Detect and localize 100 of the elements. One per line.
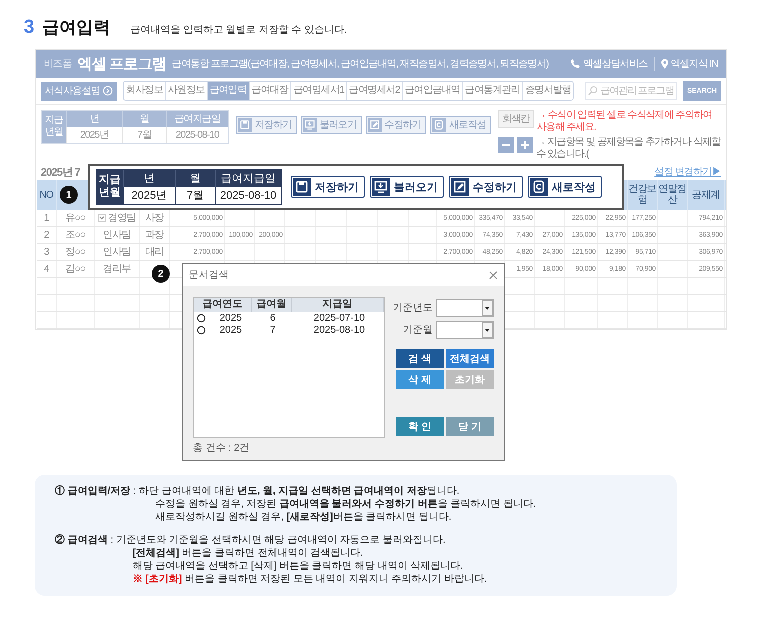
- dialog-button[interactable]: 초기화: [446, 370, 494, 389]
- header-link[interactable]: 엑셀상담서비스: [570, 57, 648, 71]
- column-header: 급여연도: [194, 298, 252, 312]
- period-value: 7월: [175, 187, 215, 204]
- tab[interactable]: 급여대장: [250, 82, 292, 100]
- period-value: 2025년: [66, 127, 122, 143]
- list-cell-text: 2025-08-10: [312, 324, 366, 336]
- period-label: 지급년월: [97, 170, 123, 204]
- column-header: 월: [175, 170, 215, 187]
- monitor-icon: [302, 118, 317, 132]
- table-cell: 4: [44, 264, 49, 274]
- dialog-button[interactable]: 검 색: [396, 349, 444, 368]
- floppy-icon: [293, 178, 311, 196]
- period-value: 2025-08-10: [166, 127, 228, 143]
- tab[interactable]: 회사정보: [124, 82, 166, 100]
- period-value: 7월: [122, 127, 166, 143]
- settings-link[interactable]: 설정 변경하기▶: [654, 165, 721, 179]
- legend-text: → 지급항목 및 공제항목을 추가하거나 삭제할 수 있습니다.(: [536, 137, 721, 161]
- search-icon: [588, 86, 598, 96]
- dialog-button[interactable]: 확 인: [396, 417, 444, 436]
- note-text: : 하단 급여내역에 대한 년도, 월, 지급일 선택하면 급여내역이 저장됩니다.: [134, 485, 461, 498]
- table-cell: 1: [44, 212, 49, 224]
- table-cell-text: 인사팀: [103, 246, 131, 259]
- dialog-button[interactable]: 닫 기: [446, 417, 494, 436]
- app-subtitle: 급여통합 프로그램(급여대장, 급여명세서, 급여입금내역, 재직증명서, 경력증명서, 퇴직증명서): [172, 58, 550, 70]
- action-button[interactable]: 불러오기: [300, 116, 362, 134]
- table-cell-text: 경영팀: [108, 212, 136, 225]
- legend-swatch: 회색칸: [498, 110, 534, 128]
- action-button[interactable]: 불러오기: [370, 176, 444, 198]
- search-field[interactable]: 급여관리 프로그램: [585, 82, 678, 100]
- action-button[interactable]: 새로작성: [528, 176, 602, 198]
- note-text: 수정을 원하실 경우, 저장된 급여내역을 불러와서 수정하기 버튼을 클릭하시면 됩니다.: [154, 498, 536, 511]
- section-description: 급여내역을 입력하고 월별로 저장할 수 있습니다.: [130, 24, 348, 37]
- period-value: 2025-08-10: [215, 187, 281, 204]
- table-cell-text: 정○○: [66, 246, 86, 259]
- table-cell: 2: [44, 230, 49, 240]
- caret-icon: [482, 322, 493, 338]
- section-title: 급여입력: [42, 17, 111, 39]
- list-cell-text: 2025-07-10: [312, 312, 366, 324]
- table-cell: 3: [44, 246, 49, 258]
- caret-icon: [482, 300, 493, 316]
- column-header: 공제계: [688, 180, 725, 210]
- table-cell-text: 인사팀: [103, 229, 131, 242]
- list-cell-text: 7: [269, 324, 277, 336]
- guide-button[interactable]: 서식사용설명: [41, 82, 118, 100]
- note-text: 새로작성하시길 원하실 경우, [새로작성]버튼을 클릭하시면 됩니다.: [154, 511, 453, 524]
- pencil-icon: [368, 118, 382, 132]
- tab[interactable]: 증명서발행: [523, 82, 574, 100]
- tab[interactable]: 급여명세서1: [291, 82, 348, 100]
- column-header: 년: [123, 170, 175, 187]
- note-label: ② 급여검색: [55, 534, 108, 548]
- tab[interactable]: 급여입금내역: [402, 82, 464, 100]
- table-cell-text: 유○○: [66, 212, 86, 225]
- note-label: ① 급여입력/저장: [55, 485, 131, 499]
- select-field[interactable]: [436, 321, 494, 339]
- tab[interactable]: 급여입력: [208, 82, 250, 100]
- dialog-button[interactable]: 전체검색: [446, 349, 494, 368]
- floppy-icon: [238, 118, 252, 132]
- minus-button[interactable]: [498, 137, 514, 153]
- notepad-icon: [432, 118, 446, 132]
- select-field[interactable]: [436, 299, 494, 317]
- header-link[interactable]: 엑셀지식 IN: [660, 57, 718, 71]
- period-label: 지급년월: [42, 111, 66, 143]
- action-button[interactable]: 수정하기: [366, 116, 426, 134]
- action-button[interactable]: 저장하기: [236, 116, 297, 134]
- column-header: 연말정산: [658, 180, 688, 210]
- plus-button[interactable]: [517, 137, 534, 153]
- tab[interactable]: 급여명세서2: [347, 82, 403, 100]
- action-button[interactable]: 수정하기: [449, 176, 523, 198]
- column-header: 년: [66, 111, 122, 127]
- pencil-icon: [451, 178, 469, 196]
- column-header: 급여지급일: [215, 170, 281, 187]
- note-text: 해당 급여내역을 선택하고 [삭제] 버튼을 클릭하면 해당 내역이 삭제됩니다.: [132, 560, 464, 573]
- action-button[interactable]: 저장하기: [291, 176, 365, 198]
- legend-text: → 수식이 입력된 셀로 수식삭제에 주의하여 사용해 주세요.: [536, 110, 714, 134]
- table-cell-text: 김○○: [66, 263, 86, 276]
- dialog-title: 문서검색: [189, 269, 229, 282]
- note-text: : 기준년도와 기준월을 선택하시면 해당 급여내역이 자동으로 불러와집니다.: [110, 534, 447, 547]
- section-number: 3: [24, 17, 35, 39]
- pin-icon: [660, 59, 669, 69]
- action-button[interactable]: 새로작성: [430, 116, 492, 134]
- filter-label: 기준월: [403, 324, 433, 337]
- note-text: [전체검색] 버튼을 클릭하면 전체내역이 검색됩니다.: [132, 547, 364, 560]
- table-cell-text: 조○○: [66, 229, 86, 242]
- table-cell-text: 사장: [145, 212, 164, 225]
- record-count: 총 건수 : 2건: [192, 442, 251, 456]
- column-header: 급여지급일: [166, 111, 228, 127]
- tab[interactable]: 급여통계관리: [463, 82, 524, 100]
- column-header: 건강보험: [628, 180, 658, 210]
- brand-label: 비즈폼: [44, 58, 72, 71]
- column-header: NO: [37, 180, 57, 210]
- close-icon: [489, 270, 498, 280]
- dialog-button[interactable]: 삭 제: [396, 370, 444, 389]
- plus-icon: [520, 140, 530, 150]
- tab[interactable]: 사원정보: [166, 82, 208, 100]
- period-value: 2025년: [123, 187, 175, 204]
- filter-label: 기준년도: [393, 302, 433, 315]
- sheet-title: 2025년 7: [41, 166, 80, 180]
- list-cell-text: 2025: [218, 324, 244, 336]
- column-header: 급여월: [252, 298, 292, 312]
